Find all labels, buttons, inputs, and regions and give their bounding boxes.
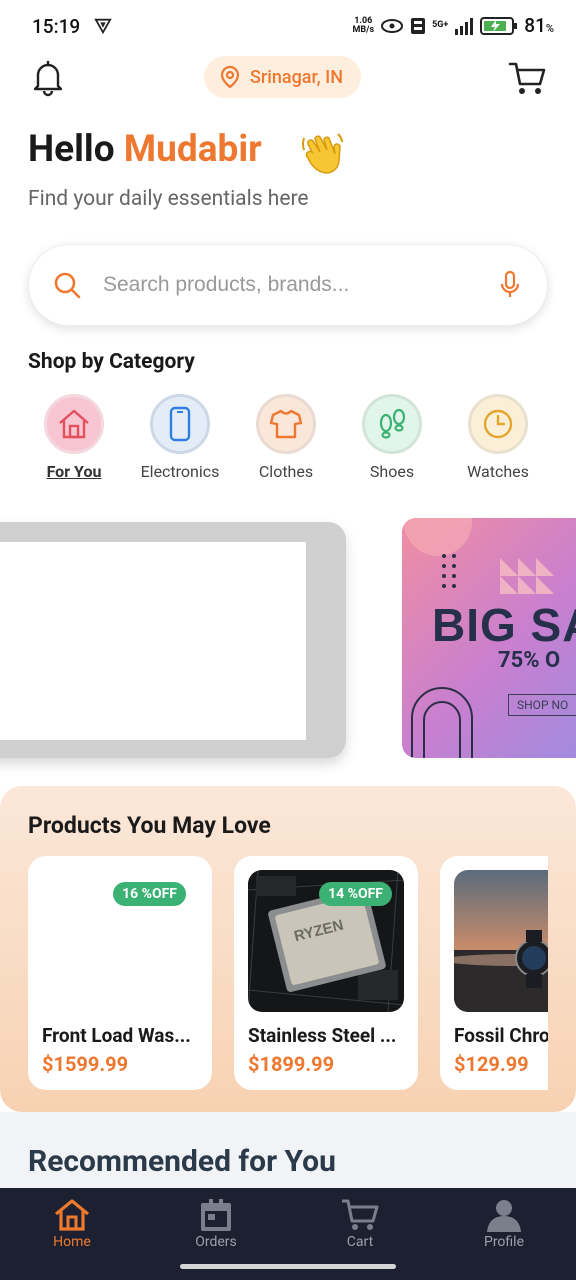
- watch-photo-image: [454, 870, 548, 1012]
- person-icon: [487, 1200, 521, 1232]
- category-label: For You: [46, 462, 102, 481]
- nav-orders[interactable]: Orders: [161, 1198, 271, 1250]
- clock-icon: [483, 409, 513, 439]
- category-label: Clothes: [258, 462, 314, 481]
- battery-percent: 81%: [524, 14, 554, 37]
- bell-icon[interactable]: [30, 58, 66, 98]
- phone-icon: [169, 406, 191, 442]
- category-label: Electronics: [140, 462, 220, 481]
- product-name: Front Load Was...: [42, 1024, 191, 1047]
- product-name: Stainless Steel ...: [248, 1024, 397, 1047]
- nav-home[interactable]: Home: [17, 1198, 127, 1250]
- category-label: Shoes: [369, 462, 415, 481]
- product-image: [454, 870, 548, 1012]
- location-pin-icon: [220, 65, 240, 89]
- promo-banner-loading[interactable]: [0, 522, 346, 758]
- net-speed: 1.06 MB/s: [352, 15, 375, 35]
- location-selector[interactable]: Srinagar, IN: [204, 56, 361, 98]
- category-section-title: Shop by Category: [28, 350, 195, 374]
- gesture-home-indicator: [180, 1264, 396, 1269]
- category-shoes[interactable]: Shoes: [337, 394, 447, 481]
- banner-headline: BIG SA: [432, 599, 576, 651]
- product-price: $1599.99: [42, 1052, 129, 1076]
- product-price: $1899.99: [248, 1052, 335, 1076]
- search-bar: [28, 244, 548, 326]
- greeting-subtitle: Find your daily essentials here: [28, 187, 309, 211]
- network-label: 5G+: [432, 20, 449, 30]
- home-icon: [59, 409, 89, 439]
- product-carousel[interactable]: 16 %OFF Front Load Was... $1599.99 RYZEN: [28, 856, 548, 1096]
- category-label: Watches: [467, 462, 529, 481]
- location-label: Srinagar, IN: [250, 66, 343, 88]
- status-bar: 15:19 1.06 MB/s 5G+ 81%: [0, 0, 576, 52]
- cart-icon[interactable]: [508, 58, 546, 98]
- top-header: Srinagar, IN: [0, 52, 576, 104]
- nav-label: Orders: [195, 1234, 237, 1250]
- category-clothes[interactable]: Clothes: [231, 394, 341, 481]
- battery-icon: [480, 16, 518, 35]
- volte-icon: [411, 17, 426, 34]
- status-time: 15:19: [32, 14, 81, 38]
- waving-hand-icon: [302, 133, 343, 174]
- nav-cart[interactable]: Cart: [305, 1198, 415, 1250]
- calendar-icon: [201, 1199, 231, 1231]
- product-card[interactable]: RYZEN 14 %OFF Stainless Steel ... $1899.…: [234, 856, 418, 1090]
- category-list: For You Electronics Clothes Shoes Watche…: [0, 394, 576, 490]
- hotspot-icon: [381, 18, 404, 33]
- discount-badge: 14 %OFF: [319, 882, 392, 906]
- home-icon: [54, 1199, 90, 1231]
- tshirt-icon: [269, 409, 303, 439]
- product-name: Fossil Chro: [454, 1024, 548, 1047]
- category-watches[interactable]: Watches: [443, 394, 553, 481]
- nav-label: Cart: [346, 1234, 374, 1250]
- category-for-you[interactable]: For You: [19, 394, 129, 481]
- discount-badge: 16 %OFF: [113, 882, 186, 906]
- product-price: $129.99: [454, 1052, 529, 1076]
- search-input[interactable]: [103, 273, 499, 297]
- category-electronics[interactable]: Electronics: [125, 394, 235, 481]
- promo-banner-sale[interactable]: BIG SA 75% O SHOP NO: [402, 518, 576, 758]
- user-name: Mudabir: [123, 128, 262, 171]
- status-right: 1.06 MB/s 5G+ 81%: [352, 14, 554, 37]
- nav-profile[interactable]: Profile: [449, 1198, 559, 1250]
- footprints-icon: [379, 408, 406, 439]
- microphone-icon[interactable]: [499, 270, 521, 300]
- recommended-title: Recommended for You: [28, 1144, 336, 1179]
- product-card[interactable]: 16 %OFF Front Load Was... $1599.99: [28, 856, 212, 1090]
- signal-icon: [455, 17, 474, 35]
- banner-shop-now-button[interactable]: SHOP NO: [508, 694, 576, 716]
- nav-label: Profile: [483, 1234, 524, 1250]
- vpn-shield-icon: [94, 18, 112, 35]
- product-card[interactable]: 26 Fossil Chro $129.99: [440, 856, 548, 1090]
- banner-discount: 75% O: [498, 648, 561, 673]
- banner-placeholder: [0, 542, 306, 740]
- greeting-heading: Hello Mudabir: [28, 128, 262, 171]
- nav-label: Home: [53, 1234, 91, 1250]
- search-icon[interactable]: [53, 271, 81, 299]
- cart-icon: [342, 1199, 379, 1230]
- products-section-title: Products You May Love: [28, 812, 271, 839]
